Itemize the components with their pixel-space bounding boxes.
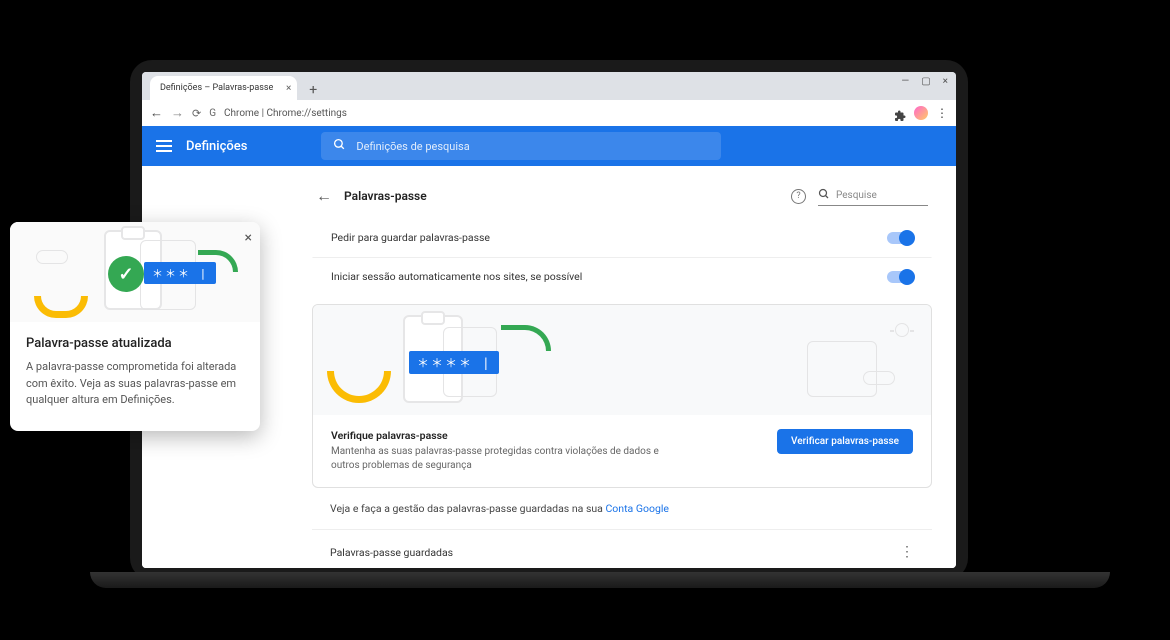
page-search[interactable] [818, 186, 928, 206]
help-icon[interactable]: ? [791, 189, 806, 204]
profile-avatar-icon[interactable] [914, 106, 928, 120]
settings-search[interactable] [321, 132, 721, 160]
laptop-base [90, 572, 1110, 588]
back-arrow-icon[interactable]: ← [316, 186, 332, 206]
laptop-screen: Definições – Palavras-passe × + — ▢ × ← … [142, 72, 956, 568]
browser-chrome: Definições – Palavras-passe × + — ▢ × ← … [142, 72, 956, 126]
nav-forward-icon[interactable]: → [171, 105, 184, 121]
search-icon [818, 188, 830, 203]
nav-back-icon[interactable]: ← [150, 105, 163, 121]
saved-more-icon[interactable]: ⋮ [900, 544, 914, 560]
toggle-offer-save[interactable] [887, 232, 913, 244]
page-title: Palavras-passe [344, 189, 427, 203]
check-heading: Verifique palavras-passe [331, 429, 661, 442]
page-header-row: ← Palavras-passe ? [312, 176, 932, 218]
setting-label: Iniciar sessão automaticamente nos sites… [331, 270, 582, 283]
check-illustration: ＊＊＊＊ | [313, 305, 931, 415]
tab-title: Definições – Palavras-passe [160, 83, 273, 93]
setting-auto-signin[interactable]: Iniciar sessão automaticamente nos sites… [312, 257, 932, 296]
hamburger-menu-icon[interactable] [156, 140, 172, 152]
manage-prefix: Veja e faça a gestão das palavras-passe … [330, 502, 605, 515]
window-minimize-icon[interactable]: — [901, 76, 909, 87]
popup-body-text: A palavra-passe comprometida foi alterad… [26, 359, 244, 409]
check-description: Mantenha as suas palavras-passe protegid… [331, 445, 661, 473]
tab-strip: Definições – Palavras-passe × + — ▢ × [142, 72, 956, 100]
popup-title: Palavra-passe atualizada [26, 336, 244, 351]
settings-header: Definições [142, 126, 956, 166]
address-bar: ← → ⟳ G Chrome | Chrome://settings ⋮ [142, 100, 956, 126]
url-text[interactable]: Chrome | Chrome://settings [224, 108, 886, 119]
window-maximize-icon[interactable]: ▢ [921, 76, 930, 87]
reload-icon[interactable]: ⟳ [192, 107, 201, 120]
saved-heading: Palavras-passe guardadas [330, 546, 453, 559]
settings-body: ← Palavras-passe ? Pedir para guardar p [142, 166, 956, 568]
password-updated-popup: × ＊＊＊ | Palavra-passe atualizada A palav… [10, 222, 260, 431]
settings-app-title: Definições [186, 139, 247, 154]
saved-passwords-row: Palavras-passe guardadas ⋮ [312, 530, 932, 568]
browser-menu-icon[interactable]: ⋮ [936, 106, 948, 120]
setting-offer-save[interactable]: Pedir para guardar palavras-passe [312, 218, 932, 257]
tab-close-icon[interactable]: × [286, 83, 291, 94]
settings-app: Definições ← Palavras-passe ? [142, 126, 956, 568]
browser-tab[interactable]: Definições – Palavras-passe × [150, 76, 297, 100]
password-check-card: ＊＊＊＊ | Verifique palavras-passe Mantenha… [312, 304, 932, 488]
google-account-link[interactable]: Conta Google [605, 502, 669, 515]
new-tab-button[interactable]: + [303, 80, 323, 100]
page-search-input[interactable] [836, 190, 928, 201]
extensions-icon[interactable] [894, 107, 906, 119]
site-info-icon[interactable]: G [209, 108, 216, 119]
toggle-auto-signin[interactable] [887, 271, 913, 283]
verify-passwords-button[interactable]: Verificar palavras-passe [777, 429, 913, 454]
settings-search-input[interactable] [356, 140, 709, 153]
setting-label: Pedir para guardar palavras-passe [331, 231, 490, 244]
window-controls: — ▢ × [901, 76, 948, 87]
window-close-icon[interactable]: × [943, 76, 948, 87]
popup-illustration: × ＊＊＊ | [10, 222, 260, 322]
search-icon [333, 138, 346, 154]
manage-passwords-row: Veja e faça a gestão das palavras-passe … [312, 488, 932, 530]
